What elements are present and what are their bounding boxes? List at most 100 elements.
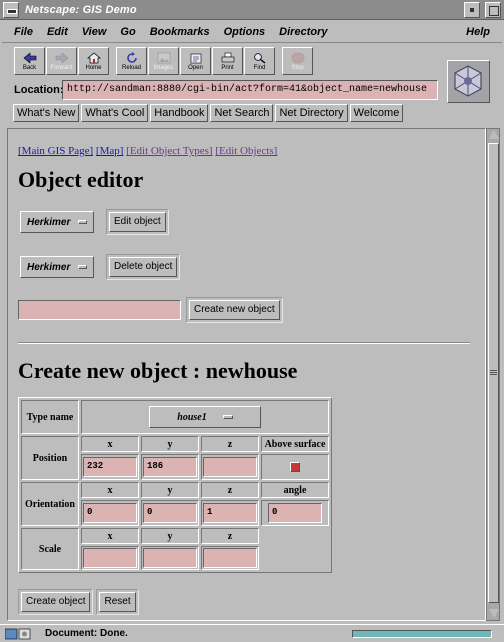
orientation-y-header: y — [141, 482, 199, 498]
orientation-z-header: z — [201, 482, 259, 498]
handbook-button[interactable]: Handbook — [150, 104, 209, 122]
forward-label: Forward — [50, 65, 73, 71]
position-y-input[interactable]: 186 — [143, 457, 197, 477]
whats-new-button[interactable]: What's New — [13, 104, 80, 122]
directory-buttons: What's New What's Cool Handbook Net Sear… — [13, 104, 404, 122]
open-label: Open — [188, 65, 203, 71]
link-map[interactable]: [Map] — [96, 145, 124, 157]
whats-cool-button[interactable]: What's Cool — [81, 104, 149, 122]
maximize-button[interactable] — [485, 1, 501, 18]
option-menu-indicator-icon — [222, 415, 233, 419]
scrollbar-thumb[interactable] — [488, 143, 499, 603]
scale-x-input[interactable] — [83, 548, 137, 568]
orientation-label: Orientation — [21, 482, 79, 526]
menu-edit[interactable]: Edit — [40, 26, 75, 38]
delete-object-select[interactable]: Herkimer — [20, 256, 94, 278]
status-bar: Document: Done. — [0, 624, 504, 642]
minimize-button[interactable] — [464, 1, 480, 18]
edit-object-row: Herkimer Edit object — [20, 209, 169, 235]
position-x-header: x — [81, 436, 139, 452]
scale-z-input[interactable] — [203, 548, 257, 568]
position-z-input[interactable] — [203, 457, 257, 477]
scale-z-header: z — [201, 528, 259, 544]
reload-icon — [126, 52, 137, 63]
stop-icon — [291, 52, 304, 64]
images-label: Images — [153, 65, 174, 71]
type-name-select-value: house1 — [177, 411, 207, 423]
open-button[interactable]: Open — [180, 47, 211, 75]
print-button[interactable]: Print — [212, 47, 243, 75]
stop-label: Stop — [291, 65, 304, 71]
netscape-logo[interactable] — [447, 60, 490, 103]
orientation-z-input[interactable]: 1 — [203, 503, 257, 523]
images-button[interactable]: Images — [148, 47, 179, 75]
window-menu-button[interactable] — [3, 1, 19, 18]
create-object-form-table: Type name house1 Position x y z Above su… — [18, 397, 332, 573]
find-label: Find — [253, 65, 266, 71]
menu-bookmarks[interactable]: Bookmarks — [143, 26, 217, 38]
orientation-x-input[interactable]: 0 — [83, 503, 137, 523]
scroll-down-arrow-icon[interactable] — [489, 609, 499, 618]
forward-button[interactable]: Forward — [46, 47, 77, 75]
scale-y-input[interactable] — [143, 548, 197, 568]
link-edit-objects[interactable]: [Edit Objects] — [215, 145, 277, 157]
back-label: Back — [22, 65, 37, 71]
stop-button[interactable]: Stop — [282, 47, 313, 75]
menu-view[interactable]: View — [75, 26, 114, 38]
reset-button[interactable]: Reset — [99, 592, 136, 612]
net-directory-button[interactable]: Net Directory — [275, 104, 348, 122]
forward-arrow-icon — [55, 52, 68, 64]
location-url-field[interactable]: http://sandman:8880/cgi-bin/act?form=41&… — [62, 80, 438, 100]
menu-file[interactable]: File — [2, 26, 40, 38]
edit-object-select[interactable]: Herkimer — [20, 211, 94, 233]
menubar: File Edit View Go Bookmarks Options Dire… — [2, 21, 502, 43]
page-content: [Main GIS Page] [Map] [Edit Object Types… — [7, 128, 486, 621]
position-x-input[interactable]: 232 — [83, 457, 137, 477]
reload-button[interactable]: Reload — [116, 47, 147, 75]
menu-options[interactable]: Options — [217, 26, 273, 38]
scale-label: Scale — [21, 528, 79, 570]
position-z-header: z — [201, 436, 259, 452]
welcome-button[interactable]: Welcome — [349, 104, 404, 122]
orientation-y-input[interactable]: 0 — [143, 503, 197, 523]
delete-object-select-value: Herkimer — [27, 261, 71, 273]
above-surface-checkbox[interactable] — [290, 462, 300, 472]
edit-object-button[interactable]: Edit object — [109, 212, 166, 232]
link-main-gis-page[interactable]: [Main GIS Page] — [18, 145, 93, 157]
orientation-x-header: x — [81, 482, 139, 498]
print-label: Print — [221, 65, 234, 71]
vertical-scrollbar[interactable] — [486, 128, 500, 621]
edit-object-select-value: Herkimer — [27, 216, 71, 228]
create-object-heading: Create new object : newhouse — [18, 358, 298, 383]
security-key-icon[interactable] — [5, 628, 31, 640]
type-name-label: Type name — [21, 400, 79, 434]
type-name-select[interactable]: house1 — [149, 406, 261, 428]
home-button[interactable]: Home — [78, 47, 109, 75]
navigation-toolbar: Back Forward Home Reload Images Open Pri… — [14, 47, 313, 75]
menu-go[interactable]: Go — [113, 26, 142, 38]
orientation-angle-input[interactable]: 0 — [268, 503, 322, 523]
create-new-object-button[interactable]: Create new object — [189, 300, 280, 320]
above-surface-header: Above surface — [261, 436, 329, 452]
open-icon — [190, 53, 201, 64]
orientation-angle-header: angle — [261, 482, 329, 498]
net-search-button[interactable]: Net Search — [210, 104, 274, 122]
print-icon — [221, 52, 234, 63]
find-icon — [253, 53, 265, 64]
find-button[interactable]: Find — [244, 47, 275, 75]
position-y-header: y — [141, 436, 199, 452]
scroll-up-arrow-icon[interactable] — [489, 130, 499, 139]
option-menu-indicator-icon — [78, 220, 87, 224]
link-edit-object-types[interactable]: [Edit Object Types] — [126, 145, 212, 157]
menu-help[interactable]: Help — [459, 26, 502, 38]
form-actions: Create object Reset — [18, 589, 139, 615]
scale-x-header: x — [81, 528, 139, 544]
menu-directory[interactable]: Directory — [272, 26, 334, 38]
new-object-name-input[interactable] — [18, 300, 181, 320]
progress-bar — [352, 629, 492, 638]
back-button[interactable]: Back — [14, 47, 45, 75]
delete-object-button[interactable]: Delete object — [109, 257, 178, 277]
horizontal-rule — [18, 342, 470, 344]
create-object-button[interactable]: Create object — [21, 592, 91, 612]
images-icon — [157, 52, 170, 64]
